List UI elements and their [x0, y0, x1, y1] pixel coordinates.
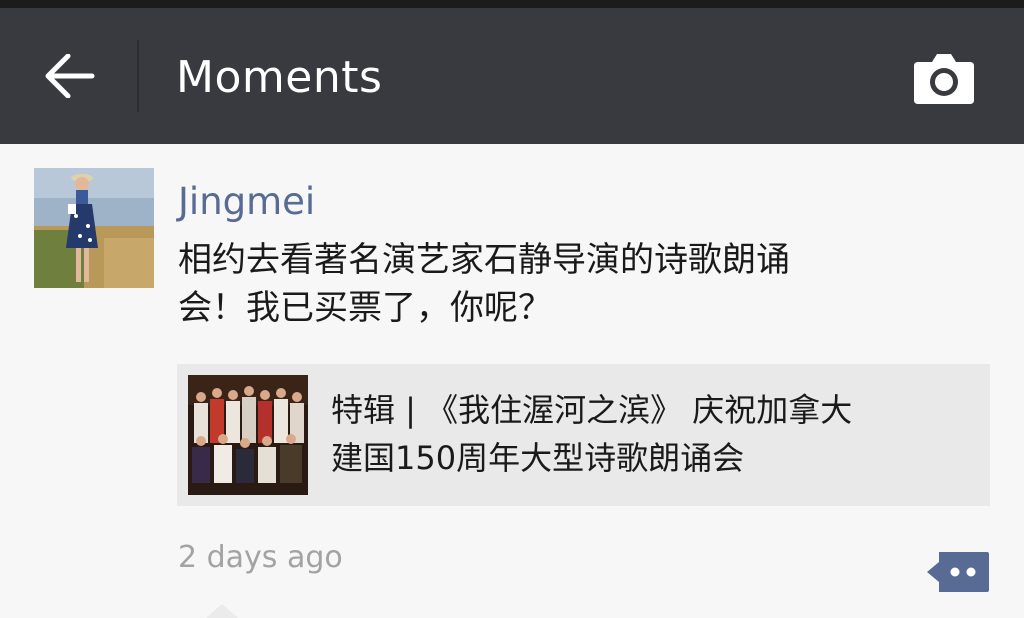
- comment-button[interactable]: [924, 544, 992, 600]
- post-author[interactable]: Jingmei: [178, 178, 315, 226]
- link-thumbnail: [188, 375, 308, 495]
- avatar-photo: [34, 168, 154, 288]
- back-button[interactable]: [22, 30, 118, 122]
- back-arrow-icon: [45, 54, 95, 98]
- comment-bubble-icon: [927, 552, 989, 592]
- header-divider: [137, 40, 139, 112]
- app-bar: Moments: [0, 8, 1024, 144]
- link-thumbnail-photo: [188, 375, 308, 495]
- link-title: 特辑 | 《我住渥河之滨》 庆祝加拿大 建国150周年大型诗歌朗诵会: [331, 391, 853, 477]
- avatar[interactable]: [34, 168, 154, 288]
- moments-feed: Jingmei 相约去看著名演艺家石静导演的诗歌朗诵 会！我已买票了，你呢？ 特…: [0, 144, 1024, 618]
- post-text: 相约去看著名演艺家石静导演的诗歌朗诵 会！我已买票了，你呢？: [178, 240, 790, 328]
- comments-pointer: [206, 604, 238, 618]
- page-title: Moments: [176, 52, 383, 103]
- camera-icon: [914, 54, 974, 104]
- status-bar: [0, 0, 1024, 8]
- shared-link-card[interactable]: 特辑 | 《我住渥河之滨》 庆祝加拿大 建国150周年大型诗歌朗诵会: [177, 364, 990, 506]
- camera-button[interactable]: [906, 46, 982, 110]
- post-timestamp: 2 days ago: [178, 540, 343, 575]
